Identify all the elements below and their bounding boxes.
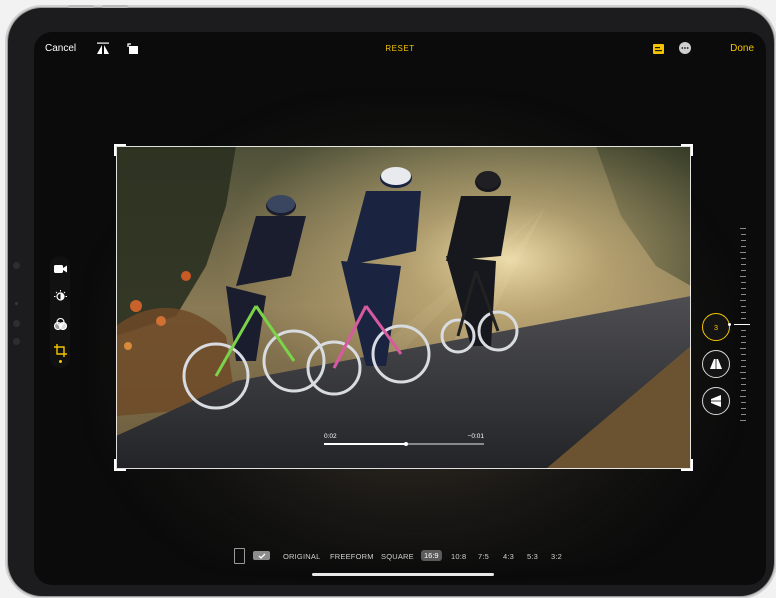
camera-dot	[15, 302, 18, 305]
active-tool-indicator	[58, 360, 62, 363]
sensor-dot	[13, 338, 20, 345]
top-toolbar: Cancel RESET Done	[34, 32, 766, 70]
sensor-dot	[13, 262, 20, 269]
aspect-option-7-5[interactable]: 7:5	[478, 552, 489, 561]
crop-handle-bottom-left[interactable]	[114, 459, 126, 471]
adjust-icon[interactable]	[50, 290, 70, 303]
remaining-time: −0:01	[467, 433, 484, 440]
home-indicator[interactable]	[312, 573, 494, 576]
ruler-current-marker	[734, 324, 750, 325]
aspect-option-4-3[interactable]: 4:3	[503, 552, 514, 561]
sensor-dot	[13, 320, 20, 327]
aspect-option-original[interactable]: ORIGINAL	[283, 552, 320, 561]
horizontal-perspective-icon	[711, 395, 721, 407]
aspect-option-square[interactable]: SQUARE	[381, 552, 414, 561]
portrait-orientation-button[interactable]	[234, 548, 245, 564]
ruler-dot	[728, 323, 731, 326]
vertical-perspective-button[interactable]	[702, 350, 730, 378]
edit-tools-strip	[50, 256, 70, 368]
straighten-dial[interactable]: 3	[702, 313, 730, 341]
horizontal-perspective-button[interactable]	[702, 387, 730, 415]
crop-handle-bottom-right[interactable]	[681, 459, 693, 471]
aspect-ratio-icon[interactable]	[652, 43, 664, 54]
volume-button	[102, 5, 128, 8]
elapsed-time: 0:02	[324, 433, 337, 440]
more-icon[interactable]	[679, 42, 691, 54]
aspect-option-10-8[interactable]: 10:8	[451, 552, 466, 561]
crop-handle-top-left[interactable]	[114, 144, 126, 156]
aspect-ratio-bar: ORIGINAL FREEFORM SQUARE 16:9 10:8 7:5 4…	[34, 547, 766, 567]
straighten-ruler[interactable]	[728, 228, 750, 426]
aspect-option-16-9[interactable]: 16:9	[421, 550, 442, 561]
checkmark-icon	[258, 553, 265, 559]
aspect-option-3-2[interactable]: 3:2	[551, 552, 562, 561]
ipad-device: Cancel RESET Done 0:02 −0:01 3 ORIGINAL …	[8, 5, 774, 596]
scrub-progress	[324, 443, 405, 445]
landscape-orientation-button[interactable]	[253, 551, 270, 560]
aspect-option-freeform[interactable]: FREEFORM	[330, 552, 374, 561]
scrub-handle[interactable]	[404, 441, 408, 446]
crop-handle-top-right[interactable]	[681, 144, 693, 156]
crop-frame[interactable]	[116, 146, 691, 469]
video-icon[interactable]	[50, 264, 70, 274]
vertical-perspective-icon	[710, 359, 722, 369]
volume-button	[68, 5, 94, 8]
straighten-value: 3	[713, 322, 719, 332]
crop-canvas[interactable]: 0:02 −0:01	[114, 144, 693, 471]
filters-icon[interactable]	[50, 318, 70, 330]
done-button[interactable]: Done	[730, 43, 754, 54]
aspect-option-5-3[interactable]: 5:3	[527, 552, 538, 561]
crop-icon[interactable]	[50, 344, 70, 357]
screen: Cancel RESET Done 0:02 −0:01 3 ORIGINAL …	[34, 32, 766, 585]
